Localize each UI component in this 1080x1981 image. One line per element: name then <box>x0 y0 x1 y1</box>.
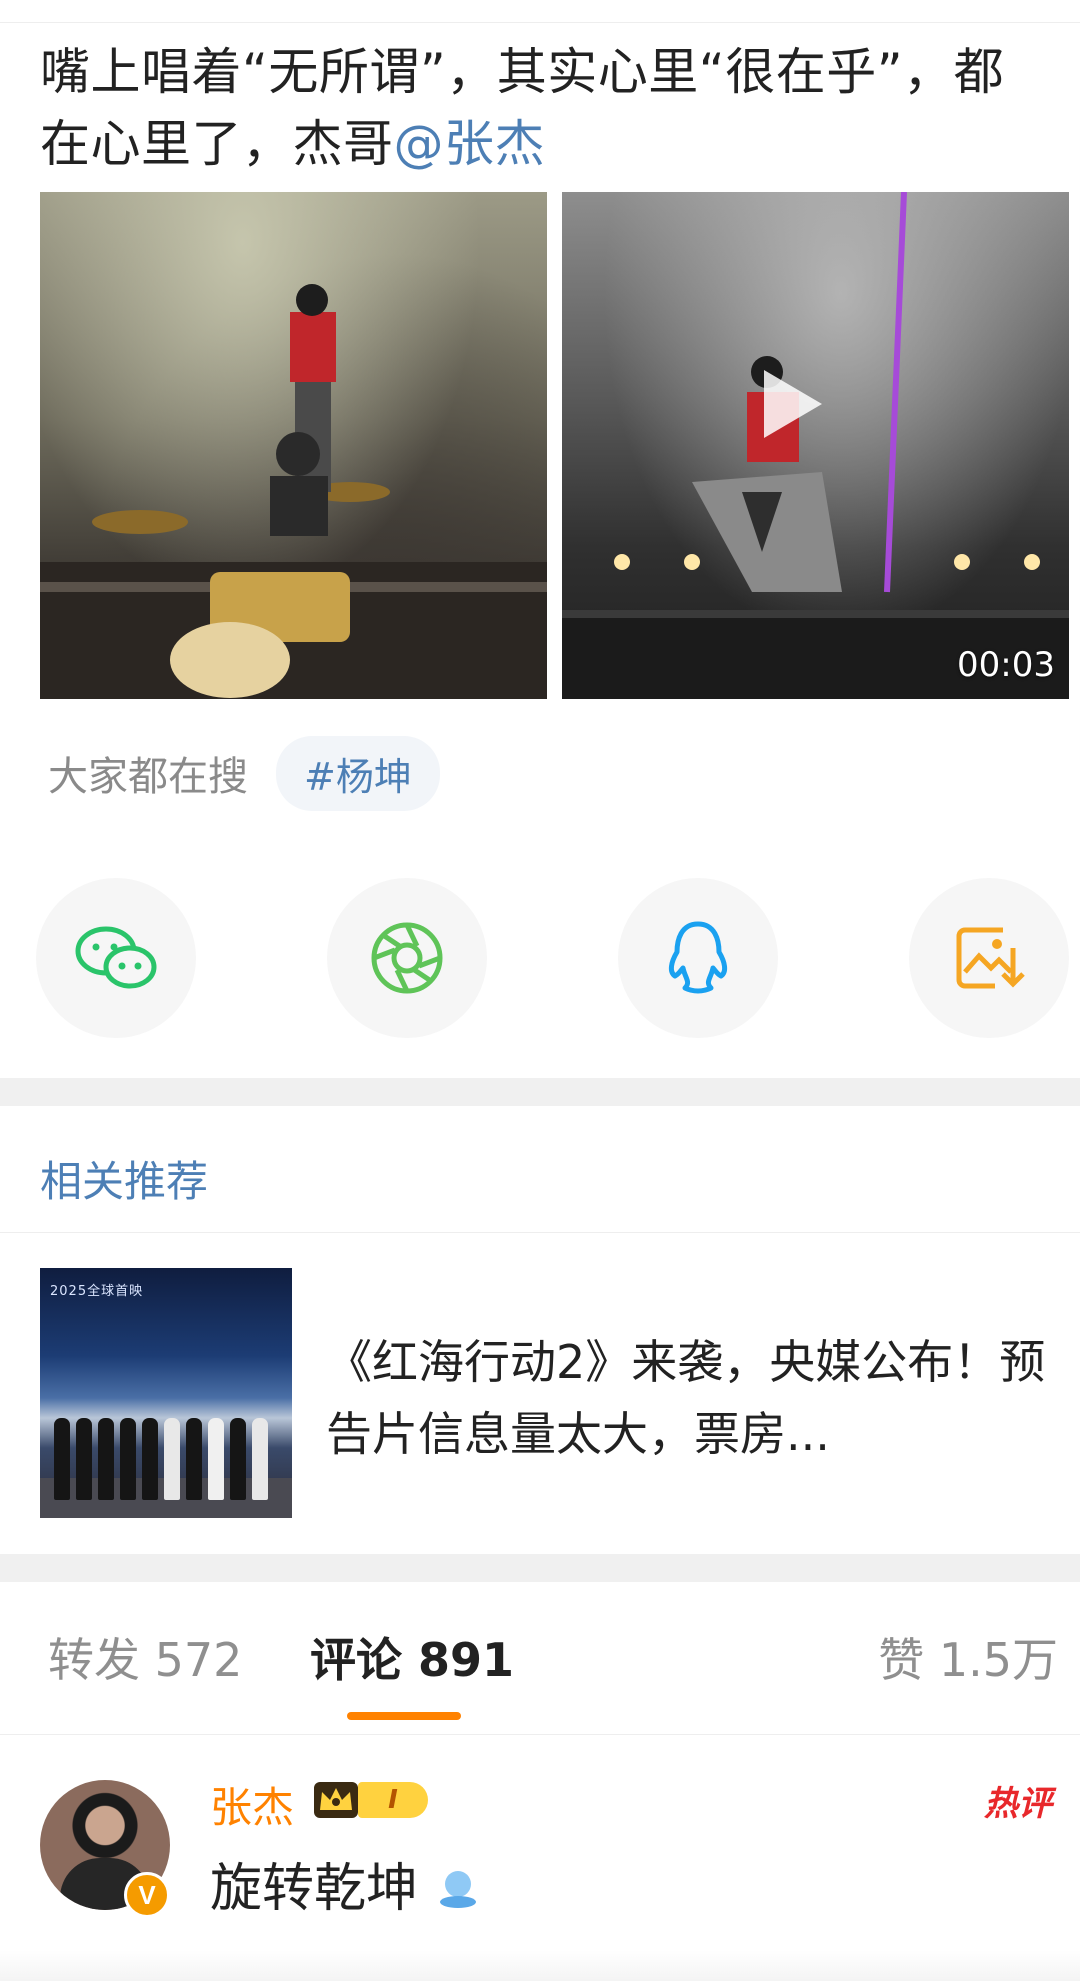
thumbnail-person <box>252 1418 268 1500</box>
divider <box>0 1232 1080 1233</box>
thumbnail-person <box>54 1418 70 1500</box>
save-image-button[interactable] <box>909 878 1069 1038</box>
tab-comment[interactable]: 评论 891 <box>310 1630 514 1690</box>
crown-icon <box>314 1782 358 1818</box>
play-icon[interactable] <box>764 370 822 438</box>
section-separator <box>0 1554 1080 1582</box>
verified-badge-icon: V <box>124 1872 170 1918</box>
thumbnail-person <box>208 1418 224 1500</box>
wechat-icon <box>75 926 157 989</box>
trending-tag[interactable]: #杨坤 <box>276 735 440 811</box>
comment-text: 旋转乾坤 <box>210 1846 481 1921</box>
section-separator <box>0 1078 1080 1106</box>
bottom-fade <box>0 1950 1080 1981</box>
mention-link[interactable]: @张杰 <box>394 115 546 173</box>
share-qq-button[interactable] <box>618 878 778 1038</box>
save-image-icon <box>956 927 1025 989</box>
thumbnail-person <box>120 1418 136 1500</box>
video-duration: 00:03 <box>957 645 1055 685</box>
thumbnail-person <box>142 1418 158 1500</box>
thumbnail-caption: 2025全球首映 <box>50 1284 144 1299</box>
post-body: 嘴上唱着“无所谓”，其实心里“很在乎”，都在心里了，杰哥@张杰 <box>40 36 1050 180</box>
thumbnail-person <box>186 1418 202 1500</box>
thumbnail-person <box>76 1418 92 1500</box>
trending-label: 大家都在搜 <box>48 754 248 800</box>
hot-comment-badge: 热评 <box>984 1784 1052 1824</box>
tab-like[interactable]: 赞 1.5万 <box>878 1630 1058 1690</box>
user-level-badge: I <box>358 1782 428 1818</box>
qq-icon <box>668 921 728 994</box>
share-moments-button[interactable] <box>327 878 487 1038</box>
post-video-thumbnail[interactable]: 00:03 <box>562 192 1069 699</box>
tab-repost[interactable]: 转发 572 <box>48 1630 242 1690</box>
divider <box>0 1734 1080 1735</box>
comment-body: 旋转乾坤 <box>210 1859 419 1919</box>
related-article-title[interactable]: 《红海行动2》来袭，央媒公布！预告片信息量太大，票房... <box>326 1326 1046 1470</box>
interaction-tabs: 转发 572 评论 891 赞 1.5万 <box>0 1620 1080 1716</box>
concert-video-graphic <box>562 192 1069 699</box>
thumbnail-person <box>164 1418 180 1500</box>
related-section-title: 相关推荐 <box>40 1157 209 1206</box>
concert-photo-graphic <box>40 284 547 699</box>
related-thumbnail[interactable]: 2025全球首映 <box>40 1268 292 1518</box>
active-tab-indicator <box>347 1712 461 1720</box>
share-wechat-button[interactable] <box>36 878 196 1038</box>
thumbnail-person <box>230 1418 246 1500</box>
emoji-icon <box>439 1871 476 1908</box>
trending-search-row: 大家都在搜 #杨坤 <box>48 735 440 811</box>
top-divider <box>0 0 1080 23</box>
comment-username[interactable]: 张杰 <box>210 1774 294 1835</box>
moments-icon <box>371 922 443 994</box>
thumbnail-person <box>98 1418 114 1500</box>
post-photo-1[interactable] <box>40 192 547 699</box>
